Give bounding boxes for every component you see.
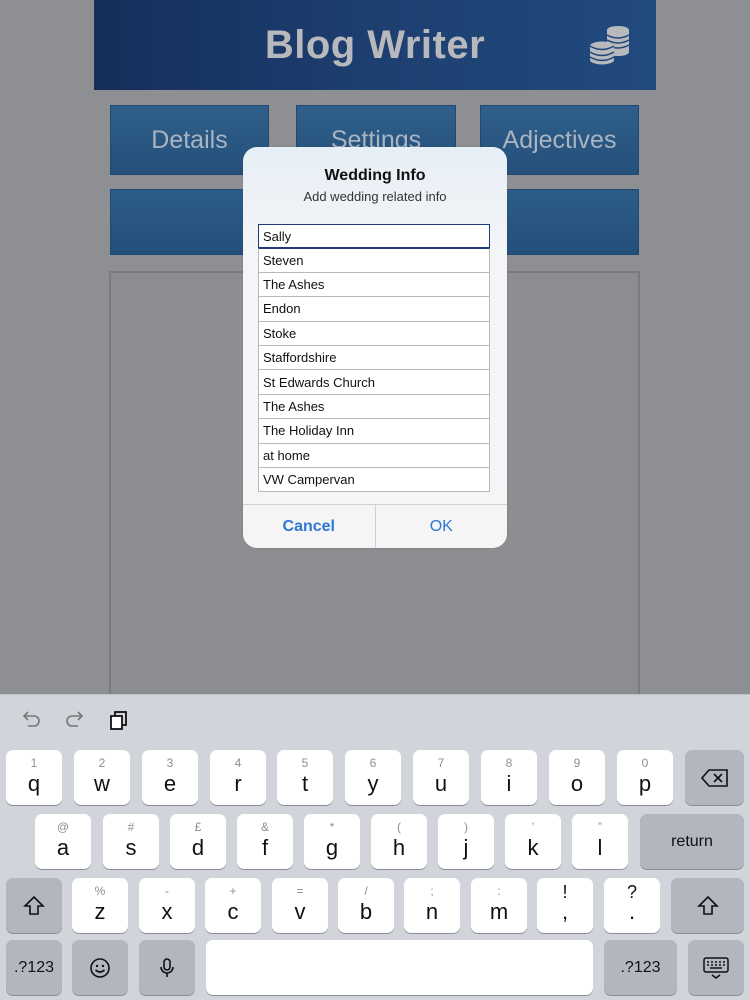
key-o[interactable]: 9o	[549, 750, 605, 805]
space-key[interactable]	[206, 940, 593, 995]
shift-icon	[696, 895, 719, 915]
key-c[interactable]: + c	[205, 878, 261, 933]
dialog-title: Wedding Info	[324, 167, 426, 184]
key-u[interactable]: 7u	[413, 750, 469, 805]
numbers-key-left[interactable]: .?123	[6, 940, 62, 995]
numbers-key-right[interactable]: .?123	[604, 940, 677, 995]
key-j[interactable]: ) j	[438, 814, 494, 869]
key-q[interactable]: 1q	[6, 750, 62, 805]
key-y[interactable]: 6y	[345, 750, 401, 805]
onscreen-keyboard: 1q 2w 3e 4r 5t 6y 7u 8i 9o 0p @ a # s £ d &…	[0, 694, 750, 1000]
key-e[interactable]: 3e	[142, 750, 198, 805]
dictation-key[interactable]	[139, 940, 195, 995]
keyboard-toolbar	[20, 709, 130, 731]
wedding-info-dialog: Wedding Info Add wedding related info Ca…	[243, 147, 507, 548]
bride-name-input[interactable]	[258, 224, 490, 249]
key-s[interactable]: # s	[103, 814, 159, 869]
microphone-icon	[160, 957, 174, 977]
keyboard-hide-icon	[703, 956, 729, 979]
key-t[interactable]: 5t	[277, 750, 333, 805]
key-l[interactable]: ” l	[572, 814, 628, 869]
hide-keyboard-key[interactable]	[688, 940, 744, 995]
key-h[interactable]: (h	[371, 814, 427, 869]
app-title: Blog Writer	[264, 22, 486, 67]
key-z[interactable]: % z	[72, 878, 128, 933]
key-f[interactable]: & f	[237, 814, 293, 869]
coins-icon[interactable]	[588, 22, 632, 66]
backspace-icon	[700, 768, 728, 787]
hotel-input[interactable]	[258, 419, 490, 444]
ok-button[interactable]: OK	[376, 505, 508, 548]
key-period[interactable]: ?.	[604, 878, 660, 933]
shift-key-left[interactable]	[6, 878, 62, 933]
village-input[interactable]	[258, 297, 490, 322]
undo-icon[interactable]	[20, 709, 42, 731]
key-r[interactable]: 4r	[210, 750, 266, 805]
return-key[interactable]: return	[640, 814, 744, 869]
key-g[interactable]: * g	[304, 814, 360, 869]
key-x[interactable]: -x	[139, 878, 195, 933]
dialog-fields	[258, 224, 492, 493]
dialog-subtitle: Add wedding related info	[303, 189, 447, 204]
cancel-button[interactable]: Cancel	[243, 505, 376, 548]
town-input[interactable]	[258, 321, 490, 346]
venue-input[interactable]	[258, 272, 490, 298]
reception-venue-input[interactable]	[258, 394, 490, 420]
redo-icon[interactable]	[64, 709, 86, 731]
key-d[interactable]: £ d	[170, 814, 226, 869]
county-input[interactable]	[258, 345, 490, 371]
key-n[interactable]: ; n	[404, 878, 460, 933]
key-b[interactable]: / b	[338, 878, 394, 933]
key-w[interactable]: 2w	[74, 750, 130, 805]
paste-icon[interactable]	[108, 709, 130, 731]
app-header: Blog Writer	[94, 0, 656, 90]
key-p[interactable]: 0p	[617, 750, 673, 805]
groom-name-input[interactable]	[258, 248, 490, 273]
key-i[interactable]: 8i	[481, 750, 537, 805]
ceremony-location-input[interactable]	[258, 370, 490, 395]
emoji-key[interactable]	[72, 940, 128, 995]
transport-input[interactable]	[258, 467, 490, 493]
dialog-actions: Cancel OK	[243, 504, 507, 548]
preparation-location-input[interactable]	[258, 443, 490, 468]
key-comma[interactable]: !,	[537, 878, 593, 933]
key-k[interactable]: ’ k	[505, 814, 561, 869]
shift-key-right[interactable]	[671, 878, 744, 933]
backspace-key[interactable]	[685, 750, 744, 805]
emoji-icon	[90, 957, 110, 978]
key-m[interactable]: :m	[471, 878, 527, 933]
key-v[interactable]: = v	[272, 878, 328, 933]
key-a[interactable]: @ a	[35, 814, 91, 869]
shift-icon	[23, 895, 45, 915]
